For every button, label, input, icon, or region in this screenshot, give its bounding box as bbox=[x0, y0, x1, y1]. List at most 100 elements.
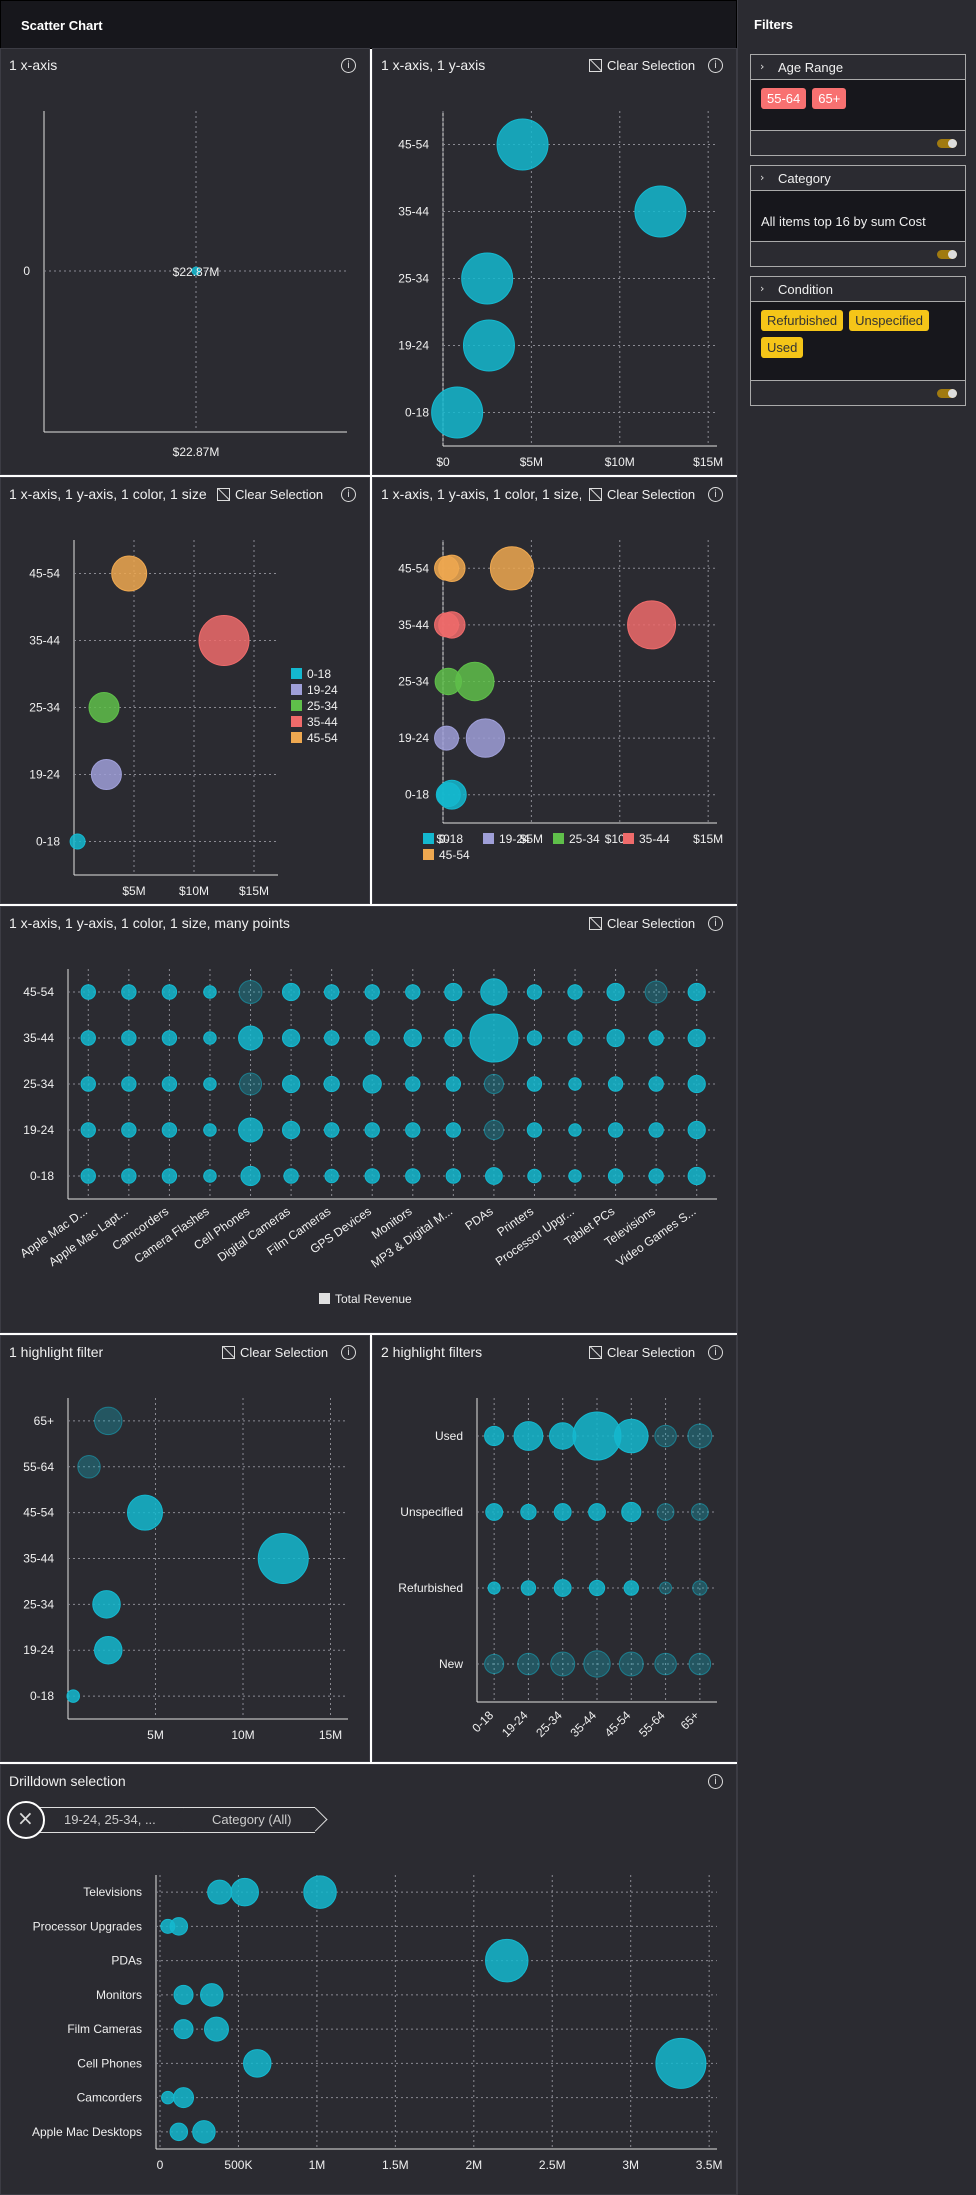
data-point-marker[interactable] bbox=[238, 1025, 264, 1051]
data-point-marker[interactable] bbox=[553, 1579, 572, 1597]
data-point-marker[interactable] bbox=[121, 984, 137, 1000]
data-point-marker[interactable] bbox=[173, 1984, 194, 2005]
data-point-marker[interactable] bbox=[485, 1503, 504, 1521]
data-point-marker[interactable] bbox=[203, 1031, 217, 1045]
data-point-marker[interactable] bbox=[687, 1028, 706, 1048]
filter-chip[interactable]: 65+ bbox=[812, 88, 847, 109]
data-point-marker[interactable] bbox=[445, 1076, 462, 1092]
filter-chip[interactable]: Refurbished bbox=[761, 310, 844, 331]
data-point-marker[interactable] bbox=[240, 1165, 261, 1187]
data-point-marker[interactable] bbox=[92, 1590, 121, 1619]
data-point-marker[interactable] bbox=[362, 1074, 382, 1094]
data-point-marker[interactable] bbox=[469, 1013, 519, 1063]
data-point-marker[interactable] bbox=[623, 1580, 639, 1596]
data-point-marker[interactable] bbox=[483, 1119, 505, 1141]
data-point-marker[interactable] bbox=[161, 984, 178, 1000]
data-point-marker[interactable] bbox=[281, 1074, 301, 1094]
filter-chip[interactable]: 55-64 bbox=[761, 88, 807, 109]
data-point-marker[interactable] bbox=[568, 1169, 582, 1183]
data-point-marker[interactable] bbox=[572, 1411, 622, 1461]
data-point-marker[interactable] bbox=[487, 1581, 501, 1595]
data-point-marker[interactable] bbox=[526, 1076, 543, 1092]
data-point-marker[interactable] bbox=[618, 1651, 644, 1677]
data-point-marker[interactable] bbox=[583, 1650, 611, 1678]
filter-chip[interactable]: Unspecified bbox=[849, 310, 930, 331]
data-point-marker[interactable] bbox=[455, 661, 495, 702]
filter-header[interactable]: › Category bbox=[751, 166, 965, 191]
data-point-marker[interactable] bbox=[527, 1168, 542, 1184]
data-point-marker[interactable] bbox=[656, 1503, 675, 1521]
data-point-marker[interactable] bbox=[161, 1168, 178, 1184]
data-point-marker[interactable] bbox=[438, 554, 466, 583]
data-point-marker[interactable] bbox=[173, 2087, 195, 2109]
data-point-marker[interactable] bbox=[438, 611, 466, 639]
data-point-marker[interactable] bbox=[690, 1503, 709, 1521]
data-point-marker[interactable] bbox=[568, 1123, 582, 1137]
data-point-marker[interactable] bbox=[161, 1076, 178, 1092]
data-point-marker[interactable] bbox=[431, 386, 484, 439]
data-point-marker[interactable] bbox=[405, 1168, 421, 1184]
scatter-plot[interactable]: Apple Mac Desktops Camcorders Cell Phones F… bbox=[1, 1765, 736, 2194]
scatter-plot[interactable]: 0-18 19-24 25-34 35-44 45-54 55-64 65+ 5M 10M 15M bbox=[1, 1336, 369, 1761]
data-point-marker[interactable] bbox=[445, 1168, 462, 1184]
data-point-marker[interactable] bbox=[520, 1503, 537, 1521]
filter-header[interactable]: › Condition bbox=[751, 277, 965, 302]
data-point-marker[interactable] bbox=[238, 1117, 264, 1143]
data-point-marker[interactable] bbox=[403, 1028, 422, 1048]
data-point-marker[interactable] bbox=[80, 1030, 96, 1046]
data-point-marker[interactable] bbox=[648, 1030, 664, 1046]
data-point-marker[interactable] bbox=[281, 1120, 301, 1140]
data-point-marker[interactable] bbox=[90, 759, 122, 790]
data-point-marker[interactable] bbox=[444, 982, 463, 1002]
data-point-marker[interactable] bbox=[654, 1652, 677, 1676]
data-point-marker[interactable] bbox=[127, 1494, 163, 1531]
data-point-marker[interactable] bbox=[465, 718, 506, 758]
data-point-marker[interactable] bbox=[238, 1072, 263, 1096]
data-point-marker[interactable] bbox=[405, 1122, 421, 1138]
data-point-marker[interactable] bbox=[549, 1422, 577, 1450]
filter-header[interactable]: › Age Range bbox=[751, 55, 965, 80]
data-point-marker[interactable] bbox=[169, 2122, 189, 2142]
data-point-marker[interactable] bbox=[634, 185, 687, 238]
data-point-marker[interactable] bbox=[567, 1030, 583, 1046]
data-point-marker[interactable] bbox=[161, 1122, 178, 1138]
data-point-marker[interactable] bbox=[323, 1122, 340, 1138]
scatter-plot[interactable]: 0-1819-2425-3435-4445-54$0 $5M $10M $15M0-1… bbox=[373, 478, 736, 903]
data-point-marker[interactable] bbox=[161, 2090, 175, 2105]
data-point-marker[interactable] bbox=[627, 600, 677, 650]
data-point-marker[interactable] bbox=[203, 1123, 217, 1137]
data-point-marker[interactable] bbox=[405, 1076, 421, 1092]
data-point-marker[interactable] bbox=[687, 982, 706, 1002]
data-point-marker[interactable] bbox=[238, 979, 263, 1005]
data-point-marker[interactable] bbox=[198, 615, 250, 666]
data-point-marker[interactable] bbox=[606, 1028, 625, 1048]
scatter-plot[interactable]: 0-18 19-24 25-34 35-44 45-54 $0 $5M $10M $15M bbox=[373, 49, 736, 474]
data-point-marker[interactable] bbox=[436, 779, 467, 810]
filter-toggle[interactable] bbox=[937, 250, 957, 259]
data-point-marker[interactable] bbox=[655, 2037, 707, 2089]
data-point-marker[interactable] bbox=[588, 1503, 606, 1521]
data-point-marker[interactable] bbox=[80, 1076, 96, 1092]
data-point-marker[interactable] bbox=[324, 1168, 339, 1184]
data-point-marker[interactable] bbox=[483, 1073, 505, 1095]
data-point-marker[interactable] bbox=[485, 1938, 529, 1983]
data-point-marker[interactable] bbox=[496, 118, 549, 171]
data-point-marker[interactable] bbox=[257, 1533, 309, 1584]
data-point-marker[interactable] bbox=[200, 1983, 224, 2007]
scatter-plot[interactable]: 0-1819-2425-3435-4445-54$5M $10M $15M0-181… bbox=[1, 478, 369, 903]
data-point-marker[interactable] bbox=[303, 1875, 337, 1909]
data-point-marker[interactable] bbox=[94, 1406, 123, 1436]
data-point-marker[interactable] bbox=[485, 1167, 503, 1185]
data-point-marker[interactable] bbox=[80, 1122, 96, 1138]
data-point-marker[interactable] bbox=[687, 1120, 706, 1140]
data-point-marker[interactable] bbox=[526, 984, 543, 1000]
data-point-marker[interactable] bbox=[606, 982, 625, 1002]
data-point-marker[interactable] bbox=[243, 2049, 272, 2078]
data-point-marker[interactable] bbox=[621, 1501, 642, 1523]
scatter-plot[interactable]: 0 $22.87M $22.87M bbox=[1, 49, 369, 474]
data-point-marker[interactable] bbox=[203, 985, 217, 999]
data-point-marker[interactable] bbox=[121, 1122, 137, 1138]
data-point-marker[interactable] bbox=[517, 1652, 540, 1676]
data-point-marker[interactable] bbox=[66, 1689, 80, 1703]
data-point-marker[interactable] bbox=[111, 555, 148, 592]
